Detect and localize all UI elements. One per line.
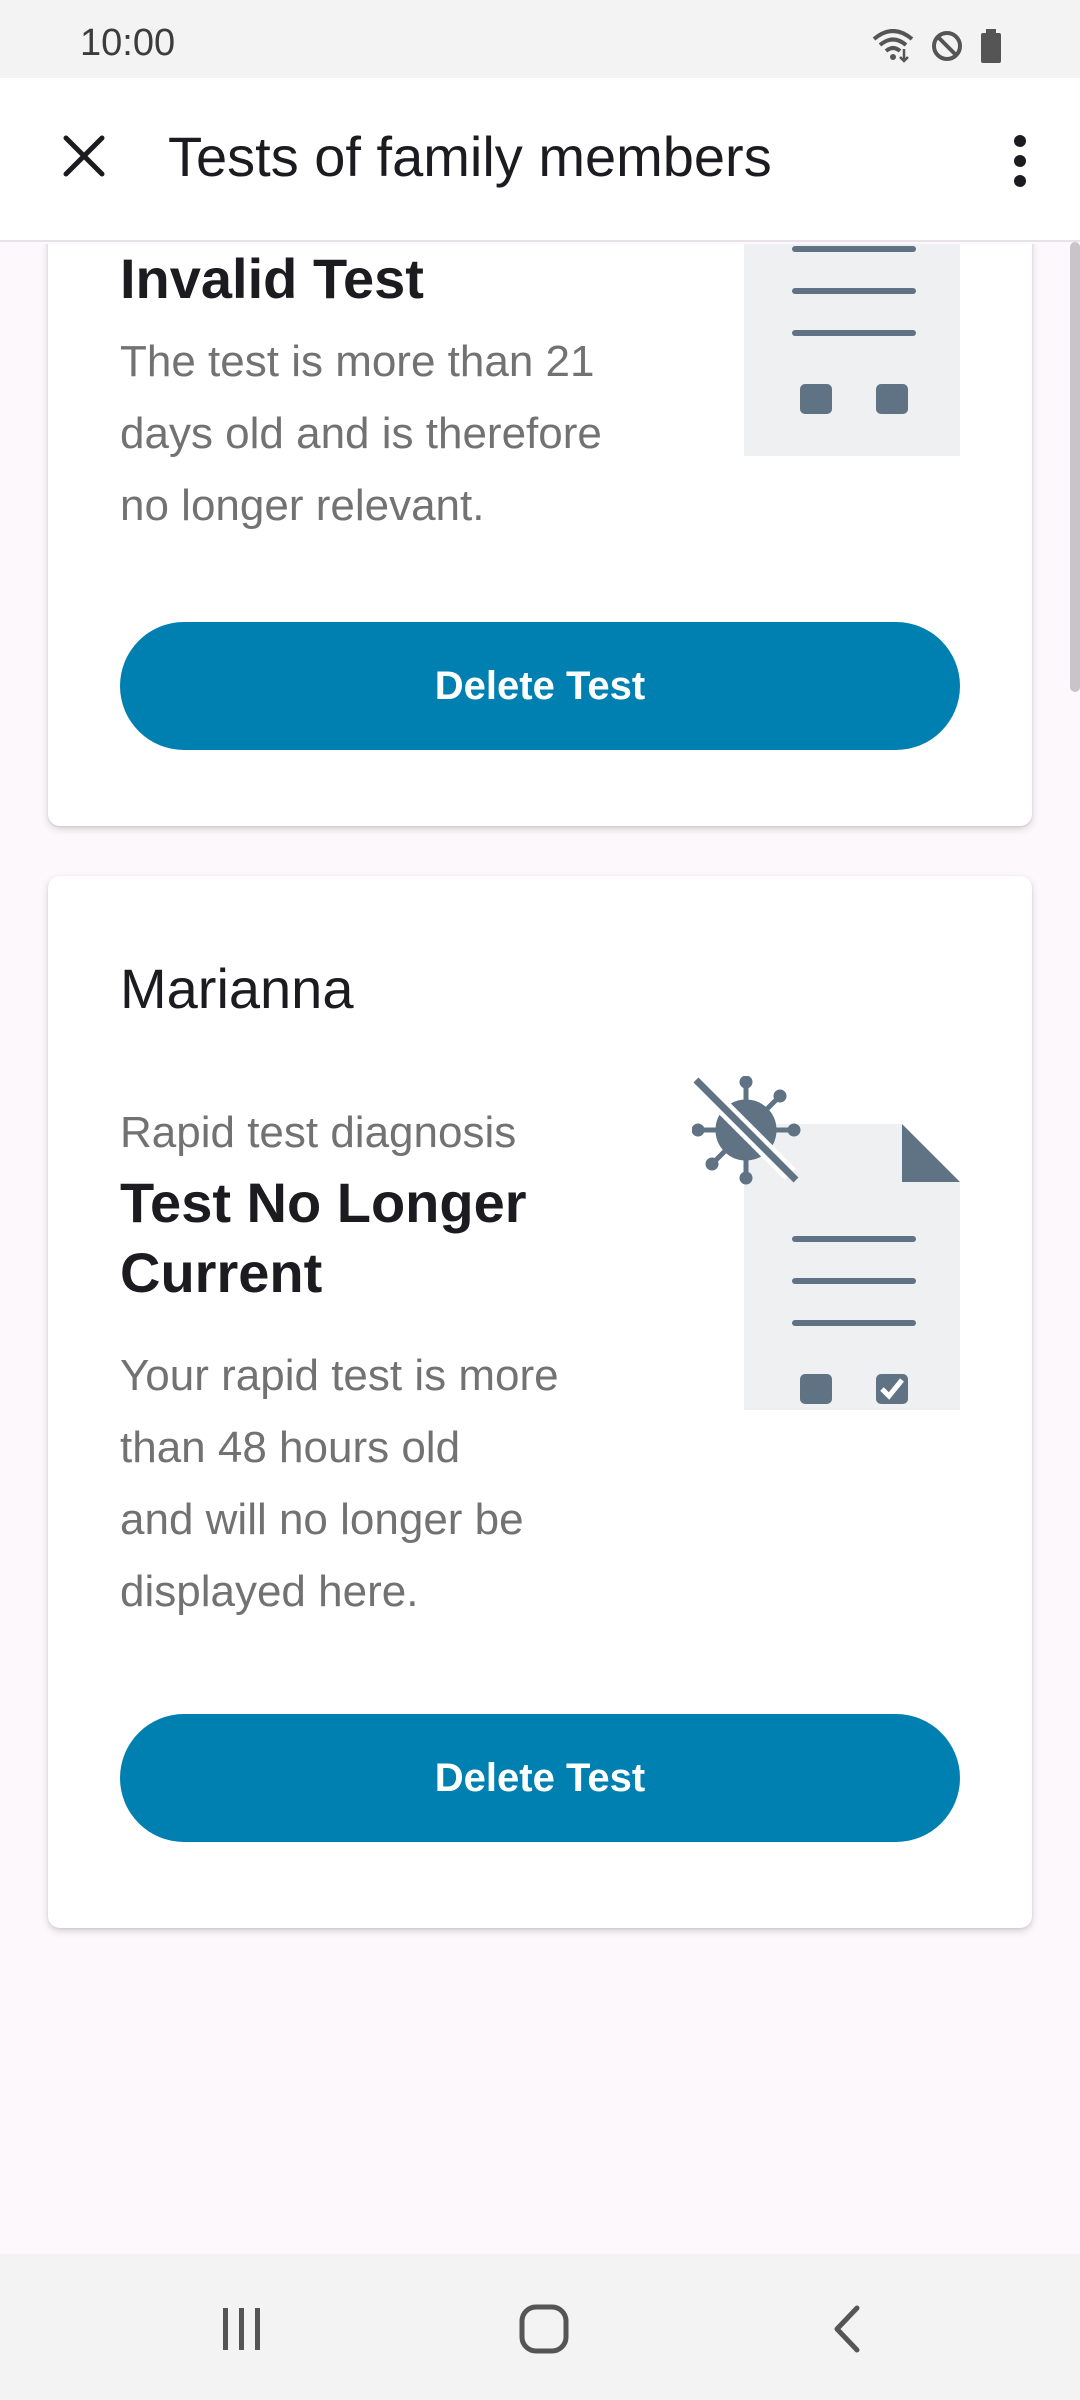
app-bar: Tests of family members xyxy=(0,78,1080,242)
navigation-bar xyxy=(0,2254,1080,2400)
result-title: Invalid Test xyxy=(120,247,424,310)
description-line: displayed here. xyxy=(120,1567,419,1616)
test-list[interactable]: Invalid Test The test is more than 21 da… xyxy=(0,244,1080,2254)
more-options-button[interactable] xyxy=(980,116,1060,206)
test-card: Marianna Rapid test diagnosis Test No Lo… xyxy=(48,876,1032,1928)
wifi-icon xyxy=(872,29,914,63)
page-title: Tests of family members xyxy=(168,125,772,188)
family-member-name: Marianna xyxy=(120,957,354,1020)
result-description: The test is more than 21 days old and is… xyxy=(120,337,602,530)
delete-test-button[interactable]: Delete Test xyxy=(120,622,960,750)
home-button[interactable] xyxy=(484,2274,604,2384)
delete-test-button[interactable]: Delete Test xyxy=(120,1714,960,1842)
description-line: Your rapid test is more xyxy=(120,1351,559,1400)
test-card: Invalid Test The test is more than 21 da… xyxy=(48,244,1032,826)
more-vert-icon xyxy=(1014,135,1026,187)
description-line: than 48 hours old xyxy=(120,1423,461,1472)
result-title: Test No Longer Current xyxy=(120,1171,527,1304)
do-not-disturb-icon xyxy=(932,31,962,61)
close-button[interactable] xyxy=(44,116,124,196)
result-label: Rapid test diagnosis xyxy=(120,1108,517,1157)
status-icons xyxy=(872,26,1002,66)
status-bar: 10:00 xyxy=(0,0,1080,78)
crossed-virus-document-illustration xyxy=(692,1076,960,1410)
recent-apps-button[interactable] xyxy=(182,2274,302,2384)
back-button[interactable] xyxy=(786,2274,906,2384)
document-illustration xyxy=(744,244,960,456)
scrollbar[interactable] xyxy=(1070,242,1080,692)
home-icon xyxy=(519,2304,569,2354)
result-description: Your rapid test is more than 48 hours ol… xyxy=(120,1340,680,1628)
battery-icon xyxy=(981,29,1001,63)
back-icon xyxy=(834,2305,860,2353)
description-line: and will no longer be xyxy=(120,1495,524,1544)
recent-apps-icon xyxy=(223,2308,260,2350)
status-time: 10:00 xyxy=(80,22,176,64)
close-icon xyxy=(63,135,105,177)
